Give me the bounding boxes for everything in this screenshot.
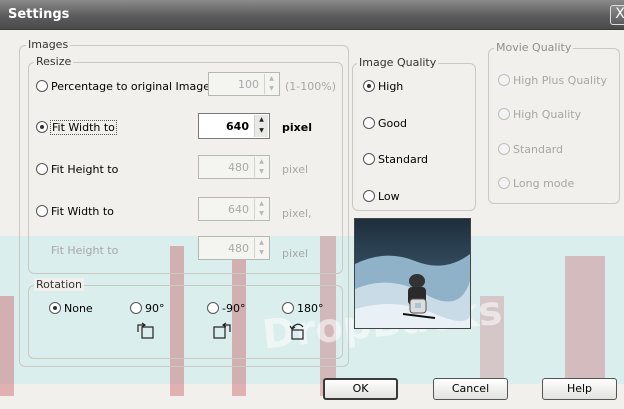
spin-up-icon: ▲	[259, 158, 264, 165]
watermark-book-4	[0, 296, 14, 396]
rotation-90-label: 90°	[145, 302, 165, 315]
movie-long-radio	[498, 177, 510, 189]
fit-height-stepper-buttons: ▲ ▼	[254, 157, 268, 177]
fit-width-value: 640	[226, 120, 249, 133]
fit-both-radio[interactable]	[36, 205, 48, 217]
quality-high-label: High	[378, 80, 404, 93]
percentage-radio[interactable]	[36, 80, 48, 92]
fit-width-stepper[interactable]: 640 ▲ ▼	[198, 113, 270, 139]
resize-legend: Resize	[34, 55, 74, 68]
images-legend: Images	[26, 38, 71, 51]
fit-both-height-unit: pixel	[282, 247, 309, 260]
fit-both-height-value: 480	[228, 242, 249, 255]
percentage-stepper: 100 ▲ ▼	[208, 72, 280, 96]
title-bar	[0, 0, 624, 30]
rotate-90-icon	[137, 322, 154, 339]
movie-high-label: High Quality	[513, 108, 582, 121]
movie-high-plus-label: High Plus Quality	[513, 74, 607, 87]
spin-down-icon: ▼	[259, 249, 264, 256]
close-button[interactable]: X	[610, 5, 624, 25]
fit-both-width-label: Fit Width to	[51, 205, 114, 218]
movie-standard-label: Standard	[513, 143, 564, 156]
fit-width-stepper-buttons[interactable]: ▲ ▼	[254, 115, 268, 137]
rotate-minus90-icon	[213, 322, 231, 339]
rotation-180-radio[interactable]	[282, 302, 294, 314]
cancel-button[interactable]: Cancel	[433, 378, 508, 400]
rotation-none-label: None	[64, 302, 93, 315]
spin-down-icon: ▼	[259, 168, 264, 175]
quality-good-radio[interactable]	[363, 117, 375, 129]
help-button[interactable]: Help	[542, 378, 617, 400]
fit-both-width-stepper-buttons: ▲ ▼	[254, 199, 268, 219]
quality-low-radio[interactable]	[363, 190, 375, 202]
rotation-minus90-label: -90°	[222, 302, 246, 315]
percentage-value: 100	[238, 78, 259, 91]
movie-standard-radio	[498, 143, 510, 155]
fit-both-width-value: 640	[228, 203, 249, 216]
fit-height-stepper: 480 ▲ ▼	[198, 155, 270, 179]
fit-both-height-label: Fit Height to	[51, 244, 119, 257]
fit-width-radio[interactable]	[36, 121, 48, 133]
rotation-minus90-radio[interactable]	[207, 302, 219, 314]
watermark-book-5	[565, 256, 605, 396]
quality-low-label: Low	[378, 190, 400, 203]
percentage-stepper-buttons: ▲ ▼	[264, 74, 278, 94]
spin-up-icon: ▲	[259, 239, 264, 246]
fit-both-height-stepper-buttons: ▲ ▼	[254, 238, 268, 258]
fit-width-unit: pixel	[282, 121, 312, 134]
spin-down-icon: ▼	[269, 85, 274, 92]
fit-height-unit: pixel	[282, 163, 309, 176]
rotation-90-radio[interactable]	[130, 302, 142, 314]
quality-good-label: Good	[378, 117, 407, 130]
fit-both-width-stepper: 640 ▲ ▼	[198, 197, 270, 221]
movie-quality-legend: Movie Quality	[494, 41, 574, 54]
close-icon: X	[615, 6, 624, 22]
quality-standard-radio[interactable]	[363, 153, 375, 165]
fit-height-radio[interactable]	[36, 163, 48, 175]
rotation-none-radio[interactable]	[49, 302, 61, 314]
rotation-legend: Rotation	[34, 278, 85, 291]
spin-up-icon[interactable]: ▲	[255, 115, 268, 126]
fit-both-width-unit: pixel,	[282, 207, 312, 220]
percentage-label: Percentage to original Images	[51, 80, 216, 93]
window-title: Settings	[8, 7, 70, 22]
rotate-180-icon	[289, 323, 304, 340]
fit-height-value: 480	[228, 161, 249, 174]
percentage-range: (1-100%)	[285, 80, 336, 93]
preview-image	[354, 218, 471, 329]
fit-width-label: Fit Width to	[50, 120, 117, 135]
movie-high-plus-radio	[498, 74, 510, 86]
quality-high-radio[interactable]	[363, 80, 375, 92]
spin-up-icon: ▲	[269, 75, 274, 82]
quality-standard-label: Standard	[378, 153, 429, 166]
spin-down-icon: ▼	[259, 210, 264, 217]
fit-height-label: Fit Height to	[51, 163, 119, 176]
spin-up-icon: ▲	[259, 200, 264, 207]
image-quality-legend: Image Quality	[357, 56, 439, 69]
ok-button[interactable]: OK	[323, 378, 398, 400]
spin-down-icon[interactable]: ▼	[255, 126, 268, 137]
rotation-180-label: 180°	[297, 302, 324, 315]
movie-high-radio	[498, 108, 510, 120]
fit-both-height-stepper: 480 ▲ ▼	[198, 236, 270, 260]
movie-long-label: Long mode	[513, 177, 575, 190]
